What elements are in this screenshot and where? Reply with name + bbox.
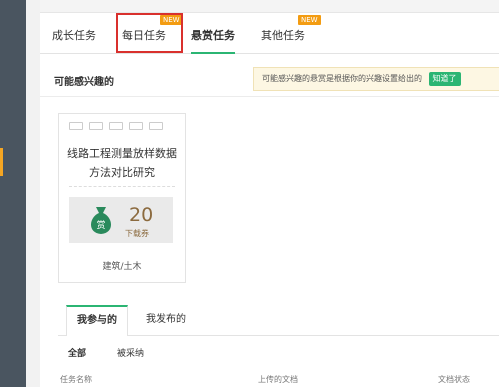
- my-tasks-tabs: 我参与的 我发布的: [58, 305, 499, 336]
- interest-hint-bar: 可能感兴趣的悬赏是根据你的兴趣设置给出的 知道了: [253, 67, 499, 91]
- card-title[interactable]: 线路工程测量放样数据方法对比研究: [63, 144, 181, 182]
- tab-my-joined[interactable]: 我参与的: [66, 305, 128, 336]
- main-panel: 成长任务 每日任务 悬赏任务 其他任务 NEW NEW 可能感兴趣的 可能感兴趣…: [40, 0, 499, 387]
- top-strip: [40, 0, 499, 13]
- highlight-box: [116, 13, 183, 53]
- section-divider: [40, 96, 499, 97]
- tab-bounty-tasks[interactable]: 悬赏任务: [191, 27, 235, 54]
- tab-my-published[interactable]: 我发布的: [136, 305, 196, 335]
- filter-all[interactable]: 全部: [68, 346, 86, 359]
- card-dot-icon: [89, 122, 103, 130]
- reward-unit: 下载券: [125, 229, 149, 238]
- card-dot-icon: [149, 122, 163, 130]
- card-top-decoration: [69, 122, 163, 130]
- bounty-card[interactable]: 线路工程测量放样数据方法对比研究 赏 20 下载券 建筑/土木: [58, 113, 186, 283]
- card-dot-icon: [109, 122, 123, 130]
- card-dashed-divider: [69, 186, 175, 187]
- reward-icon-text: 赏: [96, 219, 105, 231]
- interest-hint-text: 可能感兴趣的悬赏是根据你的兴趣设置给出的: [262, 74, 422, 83]
- interest-section-title: 可能感兴趣的: [54, 77, 114, 88]
- sidebar-active-marker: [0, 148, 3, 176]
- left-sidebar: [0, 0, 26, 387]
- reward-value: 20: [129, 204, 154, 226]
- tab-growth-tasks[interactable]: 成长任务: [52, 27, 96, 43]
- col-uploaded-doc: 上传的文档: [258, 375, 298, 384]
- card-dot-icon: [129, 122, 143, 130]
- reward-coupon: 赏 20 下载券: [69, 197, 173, 243]
- col-doc-status: 文档状态: [438, 375, 470, 384]
- card-category: 建筑/土木: [102, 262, 142, 272]
- money-bag-icon: 赏: [91, 207, 111, 234]
- tab-other-tasks[interactable]: 其他任务: [261, 27, 305, 43]
- got-it-button[interactable]: 知道了: [428, 71, 461, 86]
- card-dot-icon: [69, 122, 83, 130]
- col-task-name: 任务名称: [60, 375, 92, 384]
- task-tabs: 成长任务 每日任务 悬赏任务 其他任务 NEW NEW: [40, 13, 499, 54]
- filter-adopted[interactable]: 被采纳: [117, 346, 144, 359]
- other-new-badge: NEW: [298, 15, 321, 25]
